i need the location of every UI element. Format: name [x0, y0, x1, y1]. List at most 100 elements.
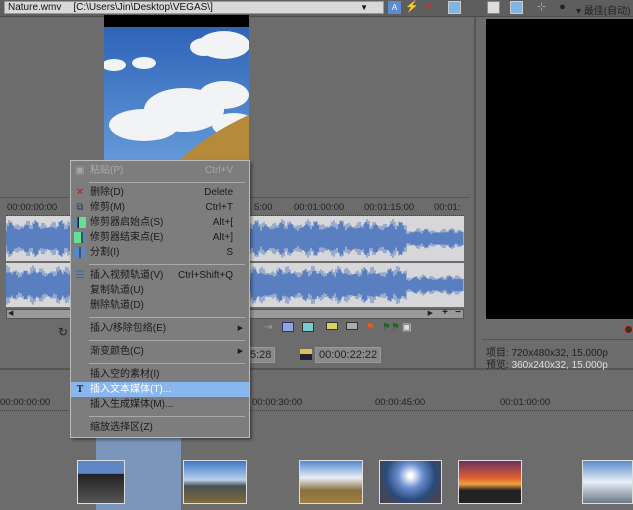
- menu-item-insert-generated-media[interactable]: 插入生成媒体(M)...: [71, 397, 249, 412]
- ruler-label: 00:00:30:00: [252, 397, 303, 408]
- media-file-dropdown[interactable]: Nature.wmv [C:\Users\Jin\Desktop\VEGAS\] ▼: [4, 1, 384, 14]
- menu-label: 插入/移除包络(E): [90, 323, 167, 334]
- chevron-down-icon: ▼: [360, 3, 368, 12]
- video-preview-screen: [486, 19, 633, 319]
- menu-label: 渐变颜色(C): [90, 346, 144, 357]
- zoom-in-icon[interactable]: +: [442, 307, 448, 318]
- menu-label: 分割(I): [90, 247, 120, 258]
- preview-properties-icon[interactable]: [487, 1, 500, 14]
- menu-separator: [89, 363, 245, 364]
- menu-separator: [89, 340, 245, 341]
- menu-label: 缩放选择区(Z): [90, 422, 153, 433]
- ruler-label: 00:00:00:00: [7, 202, 58, 213]
- file-name: Nature.wmv: [8, 2, 62, 13]
- split-icon: [74, 247, 86, 258]
- video-preview-panel: 项目: 720x480x32, 15.000p 预览: 360x240x32, …: [474, 17, 633, 371]
- menu-separator: [89, 416, 245, 417]
- menu-label: 修剪(M): [90, 202, 125, 213]
- video-clip[interactable]: [183, 460, 247, 504]
- split-screen-icon[interactable]: ⊹: [535, 1, 548, 14]
- select-icon[interactable]: [302, 322, 314, 332]
- menu-item-paste[interactable]: ▣ 粘贴(P) Ctrl+V: [71, 163, 249, 178]
- text-media-icon: T: [76, 384, 84, 395]
- divider: [482, 339, 633, 340]
- menu-item-trim-end[interactable]: 修剪器结束点(E) Alt+]: [71, 230, 249, 245]
- video-clip[interactable]: [379, 460, 442, 504]
- menu-shortcut: S: [226, 247, 233, 258]
- insert-track-icon: ☰: [75, 270, 85, 281]
- marker-icon[interactable]: ⚑: [366, 322, 375, 333]
- delete-icon: ✕: [75, 187, 85, 198]
- submenu-arrow-icon: ▶: [237, 325, 243, 332]
- quality-dropdown[interactable]: ▾ 最佳(自动): [576, 2, 630, 17]
- trim-icon: ⧉: [76, 202, 84, 213]
- menu-separator: [89, 182, 245, 183]
- video-clip[interactable]: [77, 460, 125, 504]
- overlay-icon[interactable]: ●: [556, 1, 569, 14]
- menu-item-insert-empty-event[interactable]: 插入空的素材(I): [71, 367, 249, 382]
- fade-out-icon[interactable]: [346, 322, 358, 330]
- menu-item-trim[interactable]: ⧉ 修剪(M) Ctrl+T: [71, 200, 249, 215]
- menu-shortcut: Ctrl+V: [204, 165, 233, 176]
- selection-length-time: 00:00:22:22: [315, 347, 382, 363]
- menu-item-split[interactable]: 分割(I) S: [71, 245, 249, 260]
- video-clip[interactable]: [582, 460, 633, 504]
- menu-shortcut: Alt+]: [212, 232, 233, 243]
- paste-icon: ▣: [75, 165, 85, 176]
- menu-label: 删除(D): [90, 187, 124, 198]
- zoom-out-icon[interactable]: −: [455, 307, 461, 318]
- context-menu: ▣ 粘贴(P) Ctrl+V ✕ 删除(D) Delete ⧉ 修剪(M) Ctrl+T 修…: [70, 160, 250, 438]
- menu-item-duplicate-track[interactable]: 复制轨道(U): [71, 283, 249, 298]
- menu-label: 修剪器启始点(S): [90, 217, 164, 228]
- selection-length-icon: [300, 349, 312, 360]
- menu-item-insert-video-track[interactable]: ☰ 插入视频轨道(V) Ctrl+Shift+Q: [71, 268, 249, 283]
- ruler-label: 00:00:45:00: [375, 397, 426, 408]
- fit-icon[interactable]: [282, 322, 294, 332]
- quality-value: 最佳(自动): [583, 6, 631, 17]
- video-clip[interactable]: [299, 460, 363, 504]
- selection-start-time: 5:28: [246, 347, 276, 363]
- menu-separator: [89, 264, 245, 265]
- external-monitor-icon[interactable]: [510, 1, 523, 14]
- menu-label: 粘贴(P): [90, 165, 124, 176]
- scroll-left-icon[interactable]: ◀: [8, 309, 13, 317]
- lightning-icon[interactable]: ⚡: [405, 1, 419, 14]
- menu-item-envelopes[interactable]: 插入/移除包络(E) ▶: [71, 321, 249, 336]
- loop-icon[interactable]: ↻: [58, 325, 68, 339]
- media-properties-icon[interactable]: A: [388, 1, 401, 14]
- menu-shortcut: Alt+[: [212, 217, 233, 228]
- save-icon[interactable]: ▣: [402, 322, 411, 333]
- ruler-label: 00:01:: [434, 202, 461, 213]
- video-clip[interactable]: [458, 460, 522, 504]
- preview-label: 预览:: [486, 360, 509, 371]
- menu-shortcut: Ctrl+T: [205, 202, 234, 213]
- menu-label: 插入文本媒体(T)...: [90, 384, 172, 395]
- menu-label: 删除轨道(D): [90, 300, 144, 311]
- arrow-icon[interactable]: ⇥: [264, 322, 272, 333]
- menu-item-delete[interactable]: ✕ 删除(D) Delete: [71, 185, 249, 200]
- menu-item-zoom-selection[interactable]: 缩放选择区(Z): [71, 420, 249, 435]
- ruler-label: 00:01:00:00: [294, 202, 345, 213]
- menu-shortcut: Ctrl+Shift+Q: [177, 270, 233, 281]
- file-path: [C:\Users\Jin\Desktop\VEGAS\]: [73, 2, 213, 13]
- menu-label: 修剪器结束点(E): [90, 232, 164, 243]
- record-icon[interactable]: [624, 325, 633, 334]
- top-toolbar: Nature.wmv [C:\Users\Jin\Desktop\VEGAS\] ▼…: [0, 0, 633, 17]
- ruler-label: 00:01:00:00: [500, 397, 551, 408]
- region-icon[interactable]: ⚑⚑: [382, 322, 400, 333]
- menu-label: 复制轨道(U): [90, 285, 144, 296]
- close-icon[interactable]: ✕: [423, 1, 436, 14]
- monitor-icon[interactable]: [448, 1, 461, 14]
- preview-value: 360x240x32, 15.000p: [511, 360, 608, 371]
- menu-item-delete-track[interactable]: 删除轨道(D): [71, 298, 249, 313]
- menu-label: 插入视频轨道(V): [90, 270, 164, 281]
- trim-end-icon: [74, 232, 86, 243]
- fade-in-icon[interactable]: [326, 322, 338, 330]
- scroll-right-icon[interactable]: ▶: [428, 309, 433, 317]
- ruler-label: 00:00:00:00: [0, 397, 51, 408]
- trim-start-icon: [74, 217, 86, 228]
- menu-item-fade-color[interactable]: 渐变颜色(C) ▶: [71, 344, 249, 359]
- menu-label: 插入空的素材(I): [90, 369, 160, 380]
- menu-item-trim-start[interactable]: 修剪器启始点(S) Alt+[: [71, 215, 249, 230]
- menu-item-insert-text-media[interactable]: T 插入文本媒体(T)...: [71, 382, 249, 397]
